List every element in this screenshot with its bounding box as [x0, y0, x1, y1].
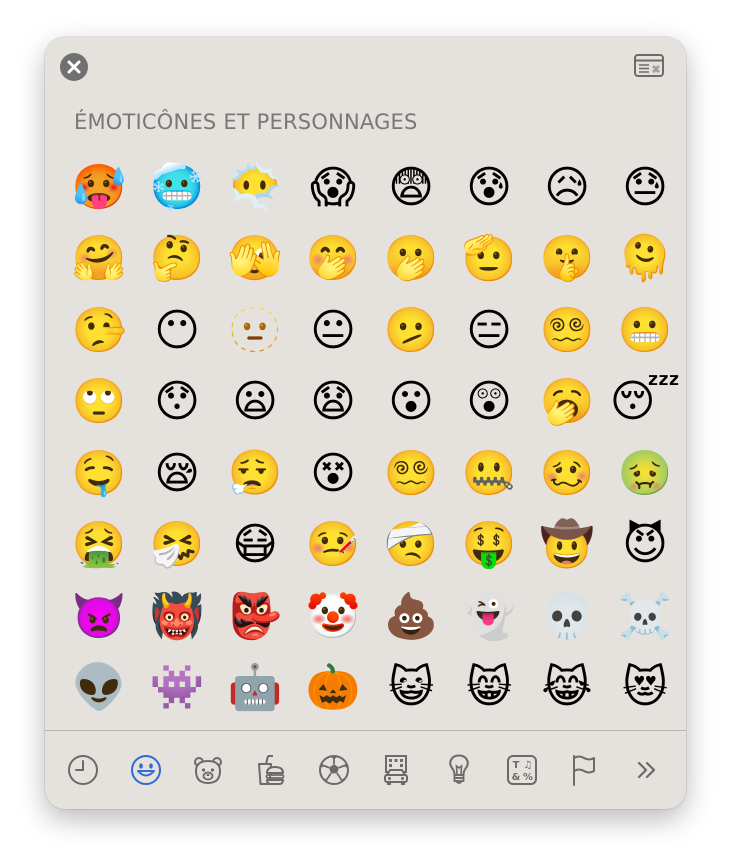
- emoji-cell[interactable]: 😱: [294, 152, 372, 224]
- emoji-cell[interactable]: 🤔: [138, 224, 216, 296]
- category-animals[interactable]: [184, 748, 232, 792]
- emoji-cell[interactable]: 🤮: [60, 510, 138, 582]
- category-travel[interactable]: [372, 748, 420, 792]
- emoji-cell[interactable]: 👹: [138, 581, 216, 653]
- section-title: ÉMOTICÔNES ET PERSONNAGES: [74, 110, 418, 134]
- keyboard-viewer-icon: ⌘: [634, 54, 664, 77]
- emoji-cell[interactable]: 😶‍🌫️: [216, 152, 294, 224]
- emoji-cell[interactable]: 👺: [216, 581, 294, 653]
- emoji-cell[interactable]: 🥴: [528, 438, 606, 510]
- emoji-cell[interactable]: 🤭: [294, 224, 372, 296]
- category-more[interactable]: [623, 748, 671, 792]
- bear-icon: [194, 757, 223, 785]
- category-symbols[interactable]: T ♫ & %: [498, 748, 546, 792]
- emoji-cell[interactable]: 😹: [528, 653, 606, 725]
- category-bar: T ♫ & %: [59, 746, 671, 794]
- emoji-cell[interactable]: 😯: [138, 367, 216, 439]
- emoji-cell[interactable]: 🫡: [450, 224, 528, 296]
- emoji-cell[interactable]: 🫥: [216, 295, 294, 367]
- clock-icon: [68, 755, 98, 785]
- emoji-cell[interactable]: 😶: [138, 295, 216, 367]
- svg-text:♫: ♫: [523, 760, 532, 771]
- emoji-cell[interactable]: 🤥: [60, 295, 138, 367]
- emoji-cell[interactable]: 💩: [372, 581, 450, 653]
- flag-icon: [573, 755, 596, 786]
- emoji-cell[interactable]: 🤧: [138, 510, 216, 582]
- emoji-cell[interactable]: 😵‍💫: [372, 438, 450, 510]
- emoji-cell[interactable]: 😮: [372, 367, 450, 439]
- emoji-cell[interactable]: 🙄: [60, 367, 138, 439]
- emoji-cell[interactable]: 👾: [138, 653, 216, 725]
- category-activity[interactable]: [310, 748, 358, 792]
- symbols-icon: T ♫ & %: [506, 755, 537, 785]
- emoji-cell[interactable]: 😲: [450, 367, 528, 439]
- emoji-cell[interactable]: 😰: [450, 152, 528, 224]
- double-chevron-right-icon: [637, 761, 656, 779]
- smiley-icon: [130, 755, 161, 785]
- emoji-cell[interactable]: 😸: [450, 653, 528, 725]
- buildings-car-icon: [384, 755, 409, 785]
- emoji-cell[interactable]: 😐: [294, 295, 372, 367]
- emoji-cell[interactable]: 🫤: [372, 295, 450, 367]
- emoji-cell[interactable]: 🫣: [216, 224, 294, 296]
- emoji-cell[interactable]: ☠️: [606, 581, 684, 653]
- soccer-ball-icon: [318, 755, 349, 785]
- emoji-cell[interactable]: 😬: [606, 295, 684, 367]
- category-objects[interactable]: [435, 748, 483, 792]
- emoji-cell[interactable]: 😮‍💨: [216, 438, 294, 510]
- category-food[interactable]: [247, 748, 295, 792]
- emoji-cell[interactable]: 🫠: [606, 224, 684, 296]
- emoji-cell[interactable]: 🫢: [372, 224, 450, 296]
- emoji-cell[interactable]: 👽: [60, 653, 138, 725]
- svg-text:%: %: [523, 772, 533, 783]
- emoji-grid: 🥵 🥶 😶‍🌫️ 😱 😨 😰 😥 😓 🤗 🤔 🫣 🤭 🫢 🫡 🤫 🫠 🤥 😶 🫥 😐 🫤 😑 😵‍💫 😬 🙄 😯 😦 😧 😮 😲 🥱 😴 🤤 😪 😮…: [60, 152, 684, 724]
- emoji-cell[interactable]: 🤑: [450, 510, 528, 582]
- emoji-cell[interactable]: 😺: [372, 653, 450, 725]
- lightbulb-icon: [449, 754, 469, 784]
- emoji-cell[interactable]: 🎃: [294, 653, 372, 725]
- category-divider: [45, 730, 686, 731]
- emoji-cell[interactable]: 🥶: [138, 152, 216, 224]
- emoji-cell[interactable]: 😨: [372, 152, 450, 224]
- svg-text:⌘: ⌘: [652, 66, 661, 76]
- close-button[interactable]: [60, 53, 88, 81]
- emoji-cell[interactable]: 🤐: [450, 438, 528, 510]
- svg-text:&: &: [511, 772, 520, 783]
- svg-text:T: T: [512, 760, 519, 771]
- emoji-cell[interactable]: 😓: [606, 152, 684, 224]
- emoji-cell[interactable]: 🤖: [216, 653, 294, 725]
- category-flags[interactable]: [560, 748, 608, 792]
- emoji-cell[interactable]: 😈: [606, 510, 684, 582]
- emoji-cell[interactable]: 😪: [138, 438, 216, 510]
- emoji-cell[interactable]: 🤢: [606, 438, 684, 510]
- emoji-cell[interactable]: 👻: [450, 581, 528, 653]
- emoji-cell[interactable]: 🥵: [60, 152, 138, 224]
- emoji-cell[interactable]: 😑: [450, 295, 528, 367]
- emoji-cell[interactable]: 🤠: [528, 510, 606, 582]
- emoji-cell[interactable]: 🤤: [60, 438, 138, 510]
- emoji-cell[interactable]: 😵‍💫: [528, 295, 606, 367]
- keyboard-viewer-button[interactable]: ⌘: [634, 54, 664, 78]
- emoji-cell[interactable]: 😥: [528, 152, 606, 224]
- emoji-cell[interactable]: 😵: [294, 438, 372, 510]
- emoji-cell[interactable]: 👿: [60, 581, 138, 653]
- emoji-picker-panel: ⌘ ÉMOTICÔNES ET PERSONNAGES 🥵 🥶 😶‍🌫️ 😱 😨 😰 😥 😓 🤗…: [45, 37, 686, 809]
- burger-drink-icon: [257, 755, 285, 785]
- emoji-cell[interactable]: 🤕: [372, 510, 450, 582]
- category-smileys[interactable]: [122, 748, 170, 792]
- emoji-cell[interactable]: 🤫: [528, 224, 606, 296]
- emoji-cell[interactable]: 😦: [216, 367, 294, 439]
- close-icon: [67, 60, 81, 74]
- emoji-cell[interactable]: 🤗: [60, 224, 138, 296]
- emoji-cell[interactable]: 🤒: [294, 510, 372, 582]
- emoji-cell[interactable]: 💀: [528, 581, 606, 653]
- emoji-cell[interactable]: 😷: [216, 510, 294, 582]
- emoji-cell[interactable]: 😻: [606, 653, 684, 725]
- emoji-cell[interactable]: 🥱: [528, 367, 606, 439]
- emoji-cell[interactable]: 🤡: [294, 581, 372, 653]
- emoji-cell[interactable]: 😴: [606, 367, 684, 439]
- emoji-cell[interactable]: 😧: [294, 367, 372, 439]
- category-recent[interactable]: [59, 748, 107, 792]
